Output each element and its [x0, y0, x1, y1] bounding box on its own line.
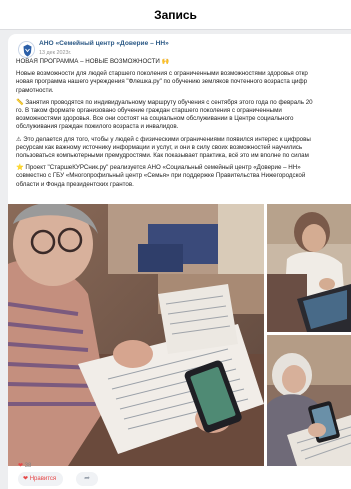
- post-paragraph: Новые возможности для людей старшего пок…: [16, 70, 351, 95]
- post-line: ⚠ Это делается для того, чтобы у людей с…: [16, 135, 311, 143]
- like-button[interactable]: ❤ Нравится: [18, 472, 64, 486]
- post-author[interactable]: АНО «Семейный центр «Доверие – НН»: [39, 40, 169, 47]
- post-line: ⭐ Проект "СтаршеКУРСник.ру" реализуется …: [16, 164, 301, 172]
- share-button[interactable]: ➦: [76, 472, 98, 486]
- post-line: грамотности.: [16, 86, 54, 94]
- heart-icon: ❤: [18, 463, 24, 469]
- post-line: пользоваться компьютерными премудростями…: [16, 152, 309, 160]
- post-paragraph: ⚠ Это делается для того, чтобы у людей с…: [16, 136, 351, 161]
- top-bar: Запись: [0, 0, 351, 30]
- post-paragraph: ⭐ Проект "СтаршеКУРСник.ру" реализуется …: [16, 164, 351, 189]
- heart-icon: ❤: [23, 476, 29, 482]
- post-photo[interactable]: [267, 204, 351, 332]
- post-photos: [8, 204, 351, 466]
- post-line: области и Фонда президентских грантов.: [16, 180, 134, 188]
- like-button-label: Нравится: [29, 476, 57, 482]
- likes-count: 38: [24, 463, 32, 469]
- post-date[interactable]: 13 дек 2023г.: [39, 50, 71, 56]
- post-line: совместно с ГБУ «Многопрофильный центр «…: [16, 172, 306, 180]
- post-line: 📏 Занятия проводятся по индивидуальному …: [16, 98, 313, 106]
- screen-title: Запись: [154, 8, 197, 22]
- post-line: го. В таком формате организовано обучени…: [16, 107, 282, 115]
- post-footer: ❤ 38 ❤ Нравится ➦: [8, 458, 351, 489]
- post-line: ресурсам как важному источнику информаци…: [16, 143, 303, 151]
- post-line: новая программа нашего учреждения "Флешк…: [16, 78, 308, 86]
- post-photo[interactable]: [8, 204, 264, 466]
- post-line: возможностями здоровья. Все они состоят …: [16, 115, 294, 123]
- likes-summary[interactable]: ❤ 38: [18, 462, 31, 469]
- avatar[interactable]: [18, 41, 35, 58]
- post-text: НОВАЯ ПРОГРАММА – НОВЫЕ ВОЗМОЖНОСТИ 🙌 Но…: [16, 58, 351, 193]
- post-line: Новые возможности для людей старшего пок…: [16, 70, 308, 78]
- post-photo[interactable]: [267, 335, 351, 466]
- post-paragraph: 📏 Занятия проводятся по индивидуальному …: [16, 99, 351, 132]
- post-line: обслуживания граждан пожилого возраста и…: [16, 123, 179, 131]
- post-line: НОВАЯ ПРОГРАММА – НОВЫЕ ВОЗМОЖНОСТИ 🙌: [16, 58, 170, 65]
- post-paragraph: НОВАЯ ПРОГРАММА – НОВЫЕ ВОЗМОЖНОСТИ 🙌: [16, 58, 351, 66]
- share-arrow-icon: ➦: [84, 475, 90, 482]
- post-card: АНО «Семейный центр «Доверие – НН» 13 де…: [8, 34, 351, 489]
